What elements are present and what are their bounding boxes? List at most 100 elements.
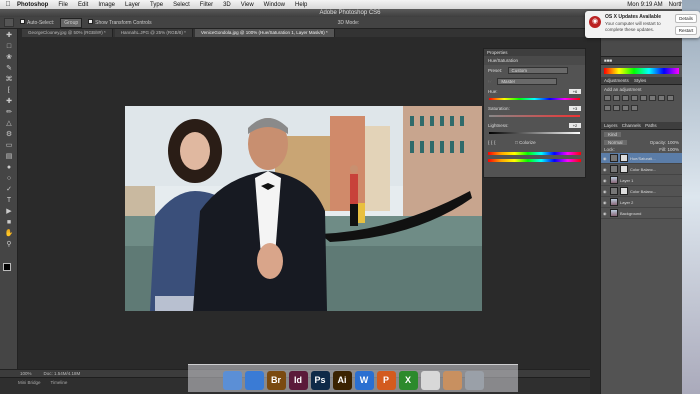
move-tool[interactable]: ✚ bbox=[4, 32, 14, 40]
eyedropper-tool[interactable]: ⁅ bbox=[4, 87, 14, 95]
layer-row[interactable]: ◉ Layer 2 bbox=[601, 197, 682, 208]
preset-dropdown[interactable]: Custom bbox=[507, 67, 568, 74]
menu-type[interactable]: Type bbox=[150, 2, 163, 8]
curves-icon[interactable] bbox=[622, 95, 629, 101]
clone-tool[interactable]: △ bbox=[4, 120, 14, 128]
indesign-icon[interactable]: Id bbox=[288, 371, 308, 390]
exposure-icon[interactable] bbox=[631, 95, 638, 101]
quick-select-tool[interactable]: ✎ bbox=[4, 65, 14, 73]
layer-row[interactable]: ◉ Hue/Saturati... bbox=[601, 153, 682, 164]
visibility-eye-icon[interactable]: ◉ bbox=[603, 189, 608, 194]
posterize-icon[interactable] bbox=[631, 105, 638, 111]
lasso-tool[interactable]: ❀ bbox=[4, 54, 14, 62]
menu-help[interactable]: Help bbox=[295, 2, 307, 8]
hand-adjust-icon[interactable]: ☞ bbox=[488, 79, 492, 84]
visibility-eye-icon[interactable]: ◉ bbox=[603, 211, 608, 216]
eyedropper-minus-icon[interactable]: ⁅ bbox=[494, 140, 496, 145]
hue-slider[interactable] bbox=[489, 98, 580, 100]
document-canvas[interactable] bbox=[125, 106, 482, 311]
menu-app[interactable]: Photoshop bbox=[17, 2, 48, 8]
move-tool-icon[interactable] bbox=[4, 18, 14, 27]
excel-icon[interactable]: X bbox=[398, 371, 418, 390]
brightness-icon[interactable] bbox=[604, 95, 611, 101]
black-white-icon[interactable] bbox=[667, 95, 674, 101]
photo-icon[interactable] bbox=[442, 371, 462, 390]
layer-row[interactable]: ◉ Layer 1 bbox=[601, 175, 682, 186]
tab-hannah[interactable]: HannahL.JPG @ 25% (RGB/8) * bbox=[114, 29, 193, 37]
menu-3d[interactable]: 3D bbox=[223, 2, 231, 8]
menu-view[interactable]: View bbox=[241, 2, 254, 8]
tab-channels[interactable]: Channels bbox=[622, 123, 641, 128]
tab-george-clooney[interactable]: GeorgeClooney.jpg @ 50% (RGB/8#) * bbox=[22, 29, 113, 37]
layer-row[interactable]: ◉ Color Balanc... bbox=[601, 164, 682, 175]
safari-icon[interactable] bbox=[244, 371, 264, 390]
opacity-value[interactable]: 100% bbox=[667, 140, 679, 145]
invert-icon[interactable] bbox=[622, 105, 629, 111]
finder-icon[interactable] bbox=[222, 371, 242, 390]
drive-icon[interactable] bbox=[420, 371, 440, 390]
zoom-level[interactable]: 100% bbox=[20, 371, 32, 376]
color-ramp[interactable] bbox=[604, 68, 679, 74]
tab-styles[interactable]: Styles bbox=[634, 78, 646, 83]
saturation-value[interactable]: +3 bbox=[569, 106, 581, 111]
visibility-eye-icon[interactable]: ◉ bbox=[603, 178, 608, 183]
kind-dropdown[interactable]: Kind bbox=[604, 132, 622, 137]
visibility-eye-icon[interactable]: ◉ bbox=[603, 156, 608, 161]
trash-icon[interactable] bbox=[464, 371, 484, 390]
gradient-tool[interactable]: ▤ bbox=[4, 153, 14, 161]
shape-tool[interactable]: ■ bbox=[4, 219, 14, 227]
menu-filter[interactable]: Filter bbox=[200, 2, 213, 8]
vibrance-icon[interactable] bbox=[640, 95, 647, 101]
foreground-color-swatch[interactable] bbox=[3, 263, 11, 271]
properties-header[interactable]: Properties bbox=[484, 49, 585, 56]
colorize-checkbox[interactable]: □ bbox=[515, 140, 518, 145]
tab-venice-gondola[interactable]: VeniceGondola.jpg @ 100% (Hue/Saturation… bbox=[194, 29, 335, 37]
layer-row[interactable]: ◉ Background bbox=[601, 208, 682, 219]
saturation-slider[interactable] bbox=[489, 115, 580, 117]
fill-value[interactable]: 100% bbox=[667, 147, 679, 152]
history-brush-tool[interactable]: ⚙ bbox=[4, 131, 14, 139]
tab-layers[interactable]: Layers bbox=[604, 123, 618, 128]
blend-mode-dropdown[interactable]: Normal bbox=[604, 140, 627, 145]
pen-tool[interactable]: ✓ bbox=[4, 186, 14, 194]
show-transform-checkbox[interactable]: Show Transform Controls bbox=[88, 19, 152, 26]
hand-tool[interactable]: ✋ bbox=[4, 230, 14, 238]
blur-tool[interactable]: ● bbox=[4, 164, 14, 172]
photo-filter-icon[interactable] bbox=[604, 105, 611, 111]
lightness-value[interactable]: +2 bbox=[569, 123, 581, 128]
tab-timeline[interactable]: Timeline bbox=[51, 380, 68, 394]
illustrator-icon[interactable]: Ai bbox=[332, 371, 352, 390]
channel-dropdown[interactable]: Master bbox=[497, 78, 558, 85]
type-tool[interactable]: T bbox=[4, 197, 14, 205]
details-button[interactable]: Details bbox=[675, 14, 697, 23]
clock[interactable]: Mon 9:19 AM bbox=[627, 2, 662, 8]
menu-image[interactable]: Image bbox=[98, 2, 115, 8]
hue-value[interactable]: +6 bbox=[569, 89, 581, 94]
restart-button[interactable]: Restart bbox=[675, 26, 697, 35]
word-icon[interactable]: W bbox=[354, 371, 374, 390]
lightness-slider[interactable] bbox=[489, 132, 580, 134]
visibility-eye-icon[interactable]: ◉ bbox=[603, 167, 608, 172]
bridge-icon[interactable]: Br bbox=[266, 371, 286, 390]
brush-tool[interactable]: ✏ bbox=[4, 109, 14, 117]
eraser-tool[interactable]: ▭ bbox=[4, 142, 14, 150]
channel-mixer-icon[interactable] bbox=[613, 105, 620, 111]
auto-select-dropdown[interactable]: Group bbox=[60, 17, 83, 28]
menu-select[interactable]: Select bbox=[173, 2, 190, 8]
apple-icon[interactable]:  bbox=[4, 1, 12, 8]
tab-mini-bridge[interactable]: Mini Bridge bbox=[18, 380, 41, 394]
marquee-tool[interactable]: □ bbox=[4, 43, 14, 51]
layer-row[interactable]: ◉ Color Balanc... bbox=[601, 186, 682, 197]
crop-tool[interactable]: ⌘ bbox=[4, 76, 14, 84]
tab-adjustments[interactable]: Adjustments bbox=[604, 78, 629, 83]
photoshop-icon[interactable]: Ps bbox=[310, 371, 330, 390]
hue-sat-icon[interactable] bbox=[649, 95, 656, 101]
color-balance-icon[interactable] bbox=[658, 95, 665, 101]
menu-window[interactable]: Window bbox=[264, 2, 285, 8]
dodge-tool[interactable]: ○ bbox=[4, 175, 14, 183]
powerpoint-icon[interactable]: P bbox=[376, 371, 396, 390]
eyedropper-plus-icon[interactable]: ⁅ bbox=[491, 140, 493, 145]
levels-icon[interactable] bbox=[613, 95, 620, 101]
menu-edit[interactable]: Edit bbox=[78, 2, 88, 8]
zoom-tool[interactable]: ⚲ bbox=[4, 241, 14, 249]
